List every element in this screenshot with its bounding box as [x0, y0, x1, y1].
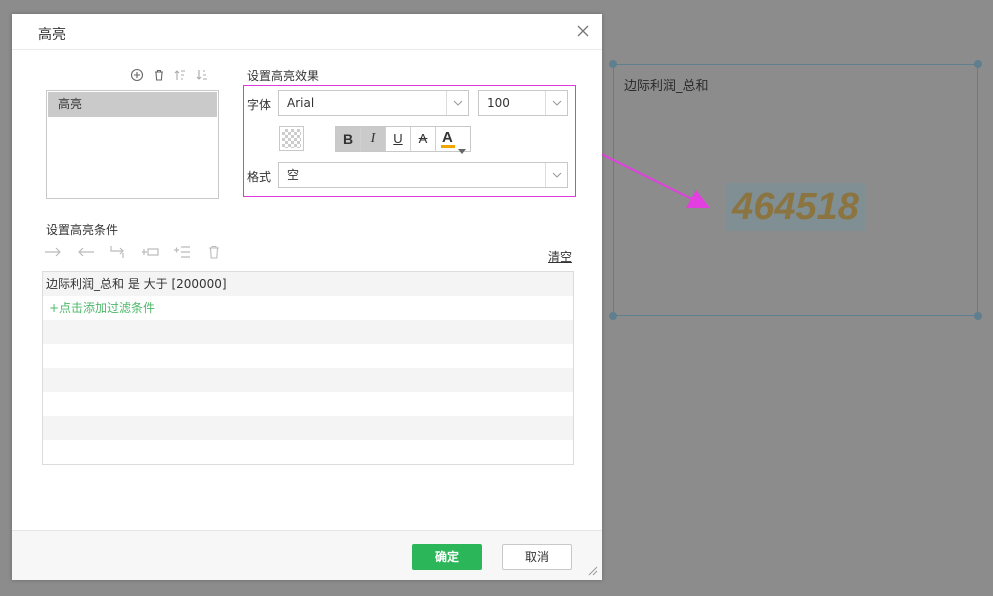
arrow-left-icon[interactable] — [77, 245, 95, 259]
chevron-down-icon[interactable] — [545, 91, 567, 115]
insert-condition-icon[interactable] — [141, 245, 159, 259]
highlight-dialog: 高亮 高亮 设置高亮效果 字体 Arial 100 B I U A A 格式 空… — [12, 14, 602, 580]
resize-handle-top-right[interactable] — [974, 60, 982, 68]
table-row — [43, 440, 573, 464]
italic-button[interactable]: I — [361, 127, 386, 151]
ok-button[interactable]: 确定 — [412, 544, 482, 570]
condition-row[interactable]: 边际利润_总和 是 大于 [200000] — [43, 272, 573, 296]
format-value: 空 — [287, 168, 300, 182]
resize-handle-bottom-left[interactable] — [609, 312, 617, 320]
strikethrough-button[interactable]: A — [411, 127, 436, 151]
cancel-button[interactable]: 取消 — [502, 544, 572, 570]
dialog-header: 高亮 — [12, 14, 602, 50]
resize-handle-bottom-right[interactable] — [974, 312, 982, 320]
underline-button[interactable]: U — [386, 127, 411, 151]
table-row — [43, 320, 573, 344]
font-family-value: Arial — [287, 96, 315, 110]
font-size-select[interactable]: 100 — [478, 90, 568, 116]
swap-icon[interactable] — [109, 244, 127, 258]
bold-button[interactable]: B — [336, 127, 361, 151]
add-condition-row: +点击添加过滤条件 — [43, 296, 573, 320]
background-color-picker[interactable] — [279, 126, 304, 151]
effect-section-label: 设置高亮效果 — [247, 69, 320, 83]
chevron-down-icon[interactable] — [545, 163, 567, 187]
font-size-value: 100 — [487, 96, 510, 110]
font-color-button[interactable]: A — [436, 127, 470, 154]
dialog-footer: 确定 取消 — [12, 530, 602, 580]
format-label: 格式 — [247, 170, 272, 184]
highlight-list-item[interactable]: 高亮 — [48, 92, 217, 117]
dialog-title: 高亮 — [38, 27, 66, 43]
font-family-select[interactable]: Arial — [278, 90, 469, 116]
widget-value: 464518 — [726, 183, 865, 231]
clear-conditions-link[interactable]: 清空 — [548, 248, 572, 265]
conditions-table: 边际利润_总和 是 大于 [200000] +点击添加过滤条件 — [42, 271, 574, 465]
chevron-down-icon[interactable] — [446, 91, 468, 115]
transparent-swatch-icon — [282, 129, 301, 148]
move-up-icon[interactable] — [173, 68, 187, 82]
table-row — [43, 368, 573, 392]
table-row — [43, 344, 573, 368]
effect-panel: 字体 Arial 100 B I U A A 格式 空 — [243, 85, 576, 197]
highlight-list: 高亮 — [46, 90, 219, 199]
move-down-icon[interactable] — [195, 68, 209, 82]
widget-title: 边际利润_总和 — [624, 79, 709, 94]
text-format-group: B I U A A — [335, 126, 471, 154]
close-icon[interactable] — [576, 24, 590, 38]
font-color-bar — [441, 145, 455, 148]
resize-grip-icon[interactable] — [586, 564, 598, 576]
add-filter-link[interactable]: +点击添加过滤条件 — [46, 301, 155, 315]
condition-text: 边际利润_总和 是 大于 [200000] — [46, 277, 227, 291]
delete-condition-icon[interactable] — [206, 244, 224, 259]
resize-handle-top-left[interactable] — [609, 60, 617, 68]
add-condition-icon[interactable] — [173, 245, 191, 259]
add-circle-icon[interactable] — [130, 68, 144, 82]
font-label: 字体 — [247, 98, 272, 112]
delete-trash-icon[interactable] — [152, 68, 166, 82]
conditions-section-label: 设置高亮条件 — [46, 223, 119, 237]
format-select[interactable]: 空 — [278, 162, 568, 188]
table-row — [43, 416, 573, 440]
caret-down-icon — [458, 137, 466, 161]
table-row — [43, 392, 573, 416]
arrow-right-icon[interactable] — [44, 245, 62, 259]
annotation-arrow-icon — [592, 149, 710, 208]
